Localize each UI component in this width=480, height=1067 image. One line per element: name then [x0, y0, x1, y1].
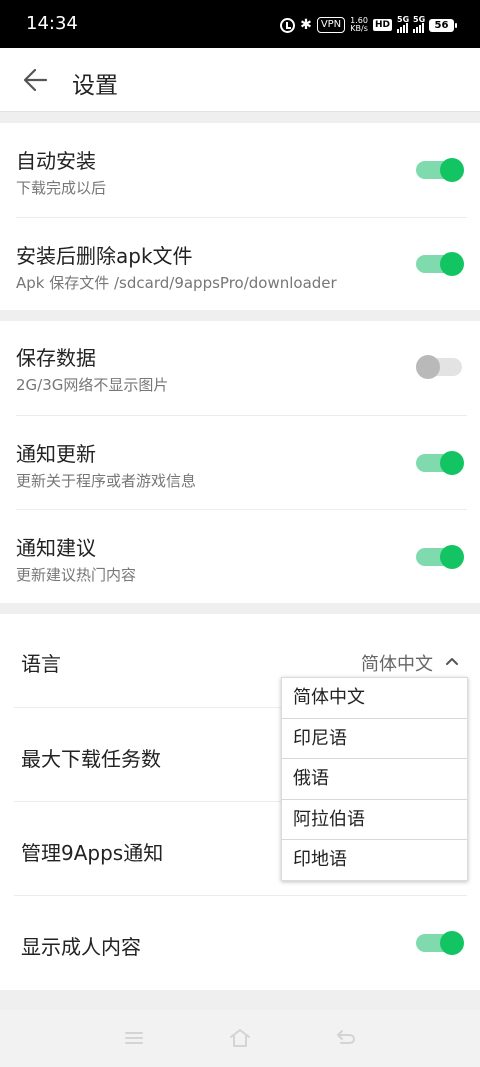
- settings-section-notifications: 保存数据 2G/3G网络不显示图片 通知更新 更新关于程序或者游戏信息 通知建议…: [0, 321, 480, 603]
- bluetooth-icon: ✱: [300, 17, 312, 33]
- back-icon[interactable]: [334, 1026, 358, 1050]
- notify-suggest-toggle[interactable]: [416, 545, 464, 569]
- home-icon[interactable]: [228, 1026, 252, 1050]
- toggle-thumb: [440, 931, 464, 955]
- language-option[interactable]: 阿拉伯语: [282, 800, 467, 841]
- language-option[interactable]: 印尼语: [282, 719, 467, 760]
- setting-save-data[interactable]: 保存数据 2G/3G网络不显示图片: [16, 321, 467, 415]
- toggle-thumb: [440, 545, 464, 569]
- setting-title: 通知建议: [16, 536, 96, 560]
- language-value[interactable]: 简体中文: [361, 650, 433, 676]
- network-speed-unit: KB/s: [350, 24, 368, 33]
- setting-adult-content[interactable]: 显示成人内容: [14, 895, 467, 990]
- setting-subtitle: 更新建议热门内容: [16, 566, 137, 584]
- setting-title: 安装后删除apk文件: [16, 244, 193, 268]
- settings-section-install: 自动安装 下载完成以后 安装后删除apk文件 Apk 保存文件 /sdcard/…: [0, 123, 480, 310]
- sim1-network-label: 5G: [397, 15, 410, 24]
- language-option[interactable]: 简体中文: [282, 678, 467, 719]
- menu-icon[interactable]: [122, 1026, 146, 1050]
- sim2-network-label: 5G: [413, 15, 426, 24]
- save-data-toggle[interactable]: [416, 355, 464, 379]
- alarm-icon: [280, 17, 296, 33]
- toolbar: 设置: [0, 48, 480, 112]
- status-bar: 14:34 ✱ VPN 1.60 KB/s HD 5G 5G 56: [0, 0, 480, 48]
- setting-auto-install[interactable]: 自动安装 下载完成以后: [16, 123, 467, 217]
- status-time: 14:34: [26, 13, 78, 34]
- adult-content-toggle[interactable]: [416, 931, 464, 955]
- setting-subtitle: Apk 保存文件 /sdcard/9appsPro/downloader: [16, 274, 337, 292]
- delete-apk-toggle[interactable]: [416, 252, 464, 276]
- navigation-bar: [0, 1010, 480, 1067]
- vpn-badge: VPN: [316, 17, 346, 33]
- battery-icon: 56: [429, 18, 457, 32]
- network-speed: 1.60 KB/s: [350, 17, 368, 33]
- chevron-up-icon[interactable]: [445, 656, 459, 666]
- setting-title: 显示成人内容: [21, 935, 141, 959]
- arrow-left-icon: [23, 68, 48, 92]
- toggle-thumb: [440, 451, 464, 475]
- setting-notify-update[interactable]: 通知更新 更新关于程序或者游戏信息: [16, 415, 467, 509]
- setting-subtitle: 2G/3G网络不显示图片: [16, 376, 169, 394]
- language-dropdown: 简体中文 印尼语 俄语 阿拉伯语 印地语: [281, 677, 468, 881]
- toggle-thumb: [416, 355, 440, 379]
- setting-delete-apk[interactable]: 安装后删除apk文件 Apk 保存文件 /sdcard/9appsPro/dow…: [16, 217, 467, 310]
- notify-update-toggle[interactable]: [416, 451, 464, 475]
- setting-subtitle: 下载完成以后: [16, 179, 107, 197]
- toggle-thumb: [440, 252, 464, 276]
- page-title: 设置: [72, 73, 118, 99]
- signal-icon-sim1: 5G: [397, 15, 410, 33]
- setting-notify-suggest[interactable]: 通知建议 更新建议热门内容: [16, 509, 467, 603]
- toggle-thumb: [440, 158, 464, 182]
- auto-install-toggle[interactable]: [416, 158, 464, 182]
- setting-title: 保存数据: [16, 346, 96, 370]
- setting-title: 通知更新: [16, 442, 96, 466]
- signal-icon-sim2: 5G: [413, 15, 426, 33]
- language-option[interactable]: 俄语: [282, 759, 467, 800]
- hd-icon: HD: [372, 19, 392, 31]
- status-icons: ✱ VPN 1.60 KB/s HD 5G 5G 56: [280, 14, 457, 36]
- setting-subtitle: 更新关于程序或者游戏信息: [16, 472, 197, 490]
- setting-title: 管理9Apps通知: [21, 841, 164, 865]
- language-option[interactable]: 印地语: [282, 840, 467, 881]
- setting-title: 最大下载任务数: [21, 747, 161, 771]
- back-button[interactable]: [18, 64, 54, 96]
- setting-title: 自动安装: [16, 149, 96, 173]
- setting-title: 语言: [21, 652, 61, 676]
